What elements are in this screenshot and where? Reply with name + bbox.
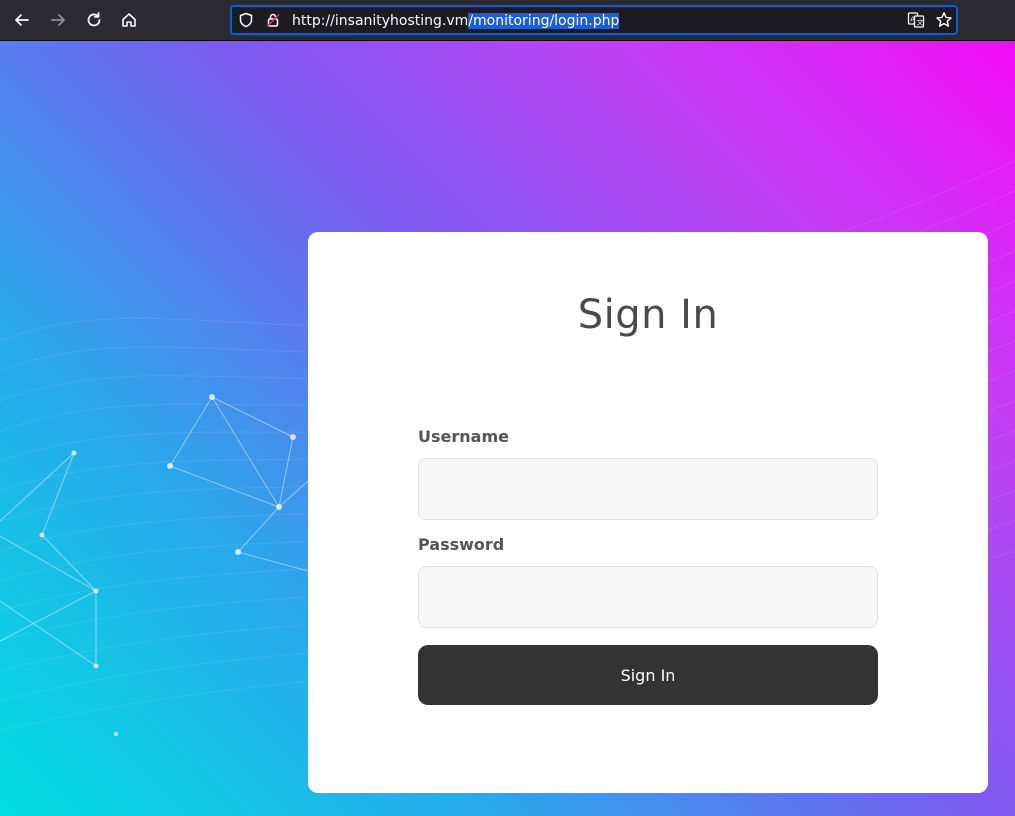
reload-button[interactable] <box>80 6 108 34</box>
url-text[interactable]: http://insanityhosting.vm/monitoring/log… <box>292 11 620 31</box>
page-background: Sign In Username Password Sign In <box>0 41 1015 816</box>
insecure-lock-icon[interactable] <box>265 12 281 28</box>
bookmark-star-icon[interactable] <box>935 11 953 29</box>
url-bar[interactable]: http://insanityhosting.vm/monitoring/log… <box>230 5 958 35</box>
password-input[interactable] <box>418 566 878 628</box>
home-button[interactable] <box>115 6 143 34</box>
translate-icon[interactable]: A 文 <box>907 11 925 29</box>
reload-icon <box>87 12 101 27</box>
tracking-protection-shield-icon[interactable] <box>238 12 254 28</box>
url-host: http://insanityhosting.vm <box>292 13 469 29</box>
login-card: Sign In Username Password Sign In <box>308 232 988 793</box>
sign-in-button[interactable]: Sign In <box>418 645 878 705</box>
svg-text:A: A <box>910 16 915 24</box>
forward-button[interactable] <box>44 6 72 34</box>
home-icon <box>122 13 136 27</box>
password-label: Password <box>418 535 505 554</box>
url-selected-path: /monitoring/login.php <box>468 13 620 29</box>
username-label: Username <box>418 427 509 446</box>
browser-toolbar: http://insanityhosting.vm/monitoring/log… <box>0 0 1015 41</box>
forward-arrow-icon <box>51 14 65 26</box>
page-title: Sign In <box>577 292 719 338</box>
back-arrow-icon <box>15 14 29 26</box>
svg-text:文: 文 <box>917 18 924 27</box>
back-button[interactable] <box>8 6 36 34</box>
username-input[interactable] <box>418 458 878 520</box>
